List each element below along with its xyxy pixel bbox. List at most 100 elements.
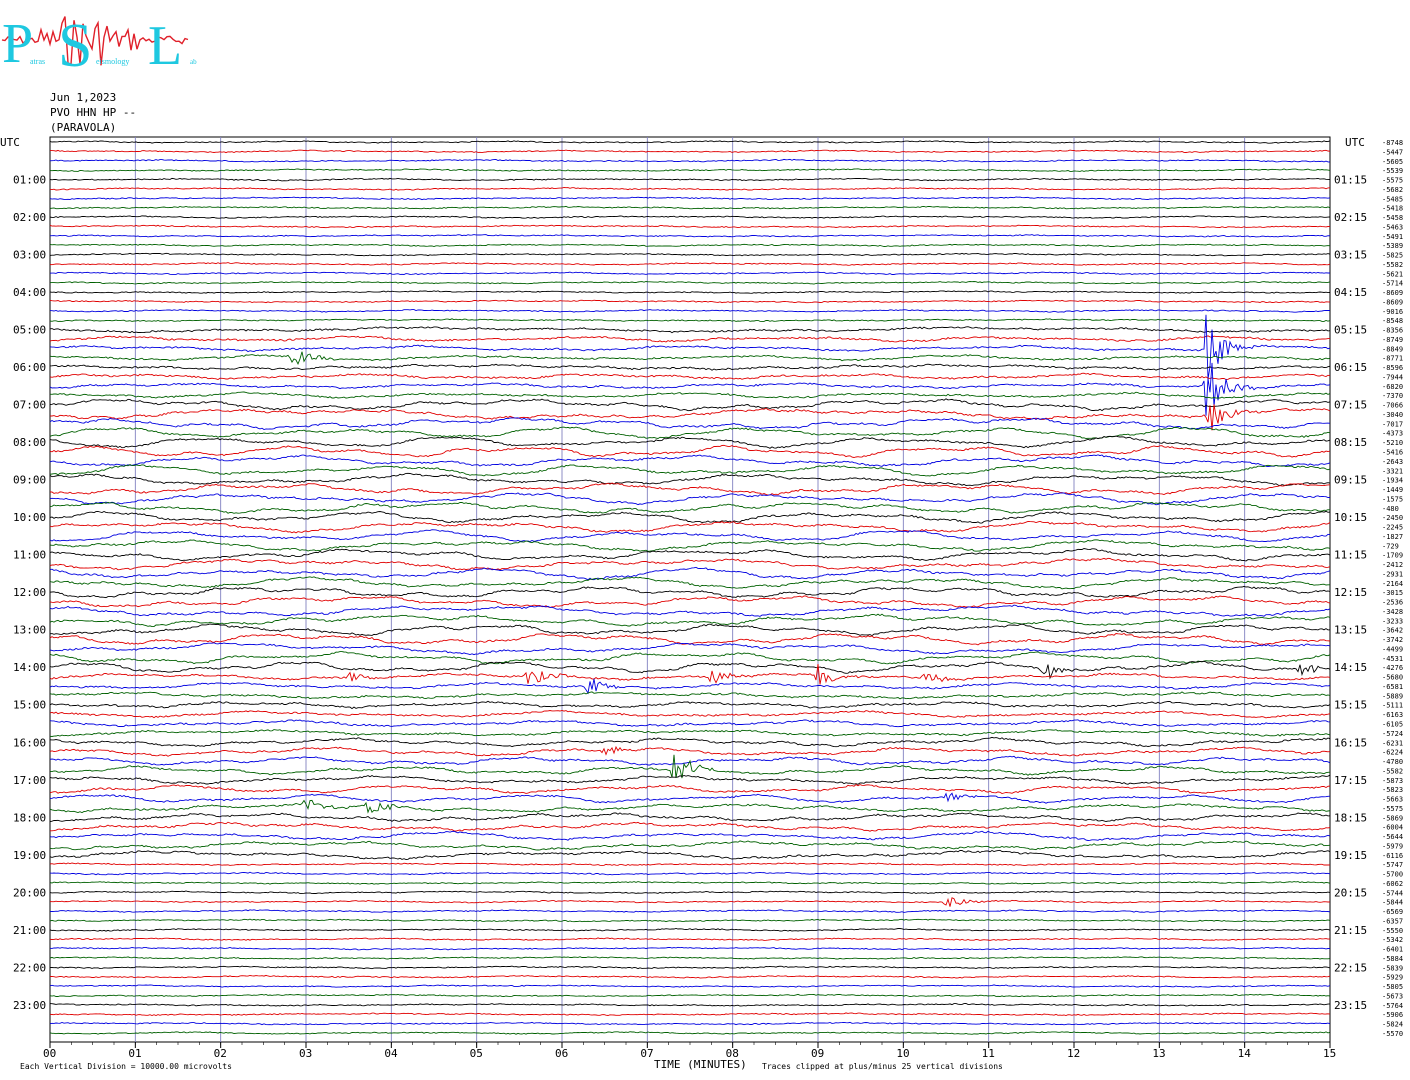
seismic-trace [50, 821, 1331, 832]
x-tick-label: 11 [982, 1047, 995, 1060]
trace-offset-label: -8596 [1382, 364, 1403, 372]
right-hour-label: 04:15 [1334, 286, 1367, 299]
trace-offset-label: -4276 [1382, 664, 1403, 672]
right-hour-label: 02:15 [1334, 211, 1367, 224]
seismic-trace [49, 520, 1331, 534]
trace-offset-label: -8749 [1382, 336, 1403, 344]
trace-offset-label: -5389 [1382, 242, 1403, 250]
trace-offset-label: -1449 [1382, 486, 1403, 494]
trace-offset-label: -9016 [1382, 308, 1403, 316]
right-hour-label: 07:15 [1334, 399, 1367, 412]
seismic-trace [49, 140, 1331, 144]
seismic-trace [49, 372, 1331, 380]
footer-left-note: Each Vertical Division = 10000.00 microv… [20, 1062, 232, 1071]
seismic-trace [49, 548, 1331, 562]
right-hour-label: 06:15 [1334, 361, 1367, 374]
x-tick-label: 06 [555, 1047, 568, 1060]
seismic-trace [49, 719, 1331, 728]
trace-offset-label: -3040 [1382, 411, 1403, 419]
left-hour-label: 03:00 [13, 249, 46, 262]
trace-offset-label: -2643 [1382, 458, 1403, 466]
left-hour-label: 21:00 [13, 924, 46, 937]
seismic-trace [49, 1012, 1331, 1016]
trace-offset-label: -5825 [1382, 252, 1403, 260]
trace-offset-label: -1827 [1382, 533, 1403, 541]
trace-offset-label: -3742 [1382, 636, 1403, 644]
trace-offset-label: -5839 [1382, 964, 1403, 972]
trace-offset-label: -5663 [1382, 796, 1403, 804]
seismic-trace [49, 454, 1331, 467]
right-hour-label: 13:15 [1334, 624, 1367, 637]
seismic-trace [49, 871, 1331, 876]
left-hour-label: 14:00 [13, 661, 46, 674]
trace-offset-label: -6569 [1382, 908, 1403, 916]
trace-offset-label: -2931 [1382, 570, 1403, 578]
trace-offset-label: -5418 [1382, 205, 1403, 213]
seismic-trace [49, 501, 1331, 514]
trace-offset-label: -7066 [1382, 402, 1403, 410]
seismic-trace [49, 849, 1331, 860]
seismic-trace [49, 937, 1331, 941]
left-hour-label: 15:00 [13, 699, 46, 712]
x-tick-label: 12 [1067, 1047, 1080, 1060]
x-tick-label: 00 [43, 1047, 56, 1060]
seismic-trace [49, 918, 1331, 923]
right-hour-label: 14:15 [1334, 661, 1367, 674]
x-tick-label: 01 [128, 1047, 141, 1060]
seismic-trace [49, 862, 1331, 866]
seismic-trace [49, 576, 1330, 590]
seismic-trace [49, 463, 1331, 477]
trace-offset-label: -6163 [1382, 711, 1403, 719]
seismic-trace [49, 1003, 1331, 1007]
trace-offset-label: -4780 [1382, 758, 1403, 766]
trace-offset-label: -5869 [1382, 814, 1403, 822]
seismic-trace [49, 252, 1331, 257]
trace-offset-label: -2164 [1382, 580, 1403, 588]
seismic-trace [49, 529, 1331, 542]
trace-offset-label: -2245 [1382, 524, 1403, 532]
seismic-trace [49, 956, 1331, 960]
trace-offset-label: -8771 [1382, 355, 1403, 363]
seismic-trace [49, 318, 1331, 322]
trace-offset-label: -5884 [1382, 955, 1403, 963]
trace-offset-label: -8548 [1382, 317, 1403, 325]
trace-offset-label: -5906 [1382, 1011, 1403, 1019]
trace-offset-label: -3428 [1382, 608, 1403, 616]
trace-offset-label: -5485 [1382, 195, 1403, 203]
trace-offset-label: -6224 [1382, 749, 1403, 757]
trace-offset-label: -8609 [1382, 298, 1403, 306]
seismic-trace [49, 604, 1331, 617]
seismic-trace [50, 482, 1331, 496]
trace-offset-label: -6820 [1382, 383, 1403, 391]
seismic-trace [49, 946, 1331, 951]
seismic-trace [49, 363, 1331, 371]
right-hour-label: 03:15 [1334, 249, 1367, 262]
seismic-trace [50, 187, 1331, 191]
seismic-trace [49, 965, 1331, 970]
seismic-trace [49, 539, 1331, 552]
right-hour-label: 01:15 [1334, 174, 1367, 187]
trace-offset-label: -5929 [1382, 974, 1403, 982]
seismic-trace [49, 309, 1330, 313]
seismic-trace [49, 928, 1331, 932]
seismic-trace [49, 613, 1331, 628]
helicorder-chart: 00 01 02 03 04 05 06 07 08 09 10 11 12 13 14 15-8748-54… [0, 136, 1403, 1071]
seismic-trace [49, 974, 1331, 979]
seismic-trace [49, 890, 1331, 895]
trace-offset-label: -3321 [1382, 467, 1403, 475]
trace-offset-label: -5823 [1382, 786, 1403, 794]
trace-offset-label: -5747 [1382, 861, 1403, 869]
trace-layer [49, 140, 1331, 1035]
right-hour-label: 08:15 [1334, 436, 1367, 449]
trace-offset-label: -2412 [1382, 561, 1403, 569]
seismic-trace [49, 745, 1331, 757]
seismic-trace [49, 224, 1331, 229]
left-hour-label: 13:00 [13, 624, 46, 637]
right-hour-label: 05:15 [1334, 324, 1367, 337]
seismic-trace [49, 897, 1331, 907]
trace-offset-label: -5644 [1382, 833, 1403, 841]
seismic-trace [49, 196, 1331, 201]
left-hour-label: 12:00 [13, 586, 46, 599]
seismic-trace [49, 651, 1331, 665]
left-hour-label: 06:00 [13, 361, 46, 374]
